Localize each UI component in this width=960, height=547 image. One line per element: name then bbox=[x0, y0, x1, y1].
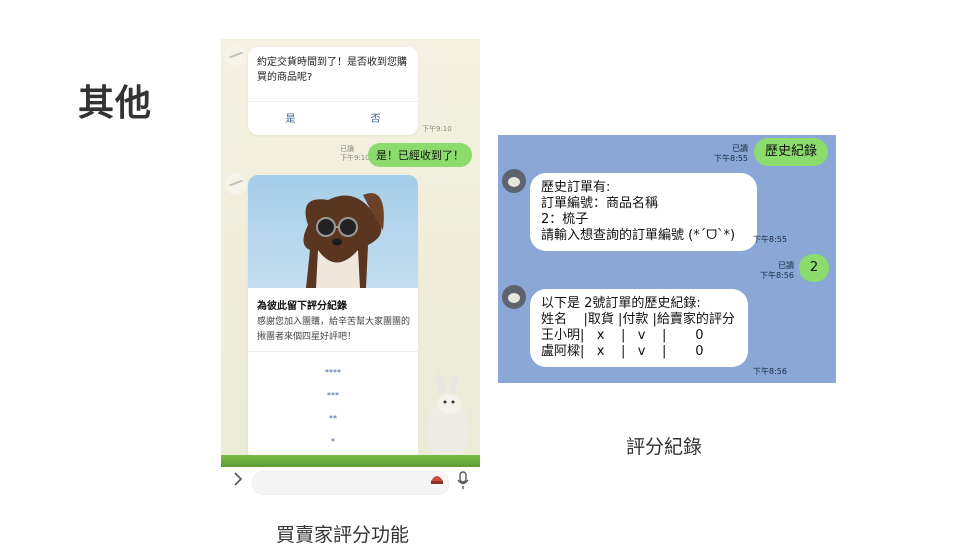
bubble-line: 2：梳子 bbox=[541, 212, 589, 227]
message-timestamp: 下午9:10 bbox=[340, 154, 370, 162]
no-button[interactable]: 否 bbox=[333, 110, 418, 125]
message-input-bar bbox=[221, 467, 480, 497]
message-timestamp: 下午8:56 bbox=[760, 271, 794, 280]
rating-card-title: 為彼此留下評分紀錄 bbox=[257, 301, 347, 312]
order-number-bubble: 2 bbox=[799, 254, 829, 282]
divider bbox=[248, 351, 418, 352]
grass-decoration bbox=[221, 455, 480, 467]
message-input[interactable] bbox=[252, 471, 449, 495]
read-receipt: 已讀 bbox=[732, 144, 748, 153]
delivery-confirm-card: 約定交貨時間到了！是否收到您購買的商品呢? 是 否 bbox=[248, 47, 418, 135]
message-timestamp: 下午8:55 bbox=[714, 154, 748, 163]
reply-bubble: 是！已經收到了！ bbox=[368, 143, 472, 167]
bot-avatar bbox=[502, 285, 526, 309]
dog-photo bbox=[248, 175, 418, 288]
message-timestamp: 下午9:10 bbox=[422, 125, 452, 133]
bot-avatar bbox=[225, 173, 247, 195]
rating-card-description: 感謝您加入團購，給辛苦幫大家團團的揪團者來個四星好評吧！ bbox=[257, 317, 411, 342]
line-chat-screenshot-rating: 約定交貨時間到了！是否收到您購買的商品呢? 是 否 下午9:10 已讀 下午9:… bbox=[221, 39, 480, 497]
rating-request-card: 為彼此留下評分紀錄 感謝您加入團購，給辛苦幫大家團團的揪團者來個四星好評吧！ *… bbox=[248, 175, 418, 461]
caption-rating-history: 評分紀錄 bbox=[626, 436, 703, 458]
bot-avatar bbox=[225, 45, 247, 67]
order-history-bubble: 以下是 2號訂單的歷史紀錄: 姓名 |取貨 |付款 |給賣家的評分 王小明| x… bbox=[530, 289, 748, 367]
rating-option-3-stars[interactable]: *** bbox=[248, 391, 418, 400]
chevron-right-icon[interactable] bbox=[233, 472, 243, 486]
bubble-line: 歷史訂單有: bbox=[541, 180, 611, 195]
history-table-header: 姓名 |取貨 |付款 |給賣家的評分 bbox=[541, 312, 735, 327]
microphone-icon[interactable] bbox=[457, 471, 469, 495]
yes-button[interactable]: 是 bbox=[248, 110, 333, 125]
history-table-row: 王小明| x | v | 0 bbox=[541, 328, 704, 343]
read-receipt: 已讀 bbox=[778, 261, 794, 270]
delivery-question-text: 約定交貨時間到了！是否收到您購買的商品呢? bbox=[257, 57, 407, 83]
read-receipt: 已讀 bbox=[340, 145, 354, 153]
rating-option-2-stars[interactable]: ** bbox=[248, 414, 418, 423]
slide-title: 其他 bbox=[78, 83, 153, 124]
caption-rating-feature: 買賣家評分功能 bbox=[276, 524, 410, 546]
history-request-bubble: 歷史紀錄 bbox=[754, 138, 828, 166]
bot-avatar bbox=[502, 169, 526, 193]
divider bbox=[248, 101, 418, 102]
message-timestamp: 下午8:55 bbox=[753, 235, 787, 244]
message-timestamp: 下午8:56 bbox=[753, 367, 787, 376]
bubble-line: 請輸入想查詢的訂單編號 (*ˊᗜˋ*) bbox=[541, 228, 736, 243]
history-table-row: 盧阿樑| x | v | 0 bbox=[541, 344, 704, 359]
order-list-bubble: 歷史訂單有: 訂單編號：商品名稱 2：梳子 請輸入想查詢的訂單編號 (*ˊᗜˋ*… bbox=[530, 173, 757, 251]
line-chat-screenshot-history: 已讀 下午8:55 歷史紀錄 歷史訂單有: 訂單編號：商品名稱 2：梳子 請輸入… bbox=[498, 135, 836, 383]
rating-option-1-star[interactable]: * bbox=[248, 437, 418, 446]
sticker-icon[interactable] bbox=[430, 470, 444, 484]
rating-option-4-stars[interactable]: **** bbox=[248, 368, 418, 377]
bubble-line: 訂單編號：商品名稱 bbox=[541, 196, 659, 211]
bubble-line: 以下是 2號訂單的歷史紀錄: bbox=[541, 296, 701, 311]
